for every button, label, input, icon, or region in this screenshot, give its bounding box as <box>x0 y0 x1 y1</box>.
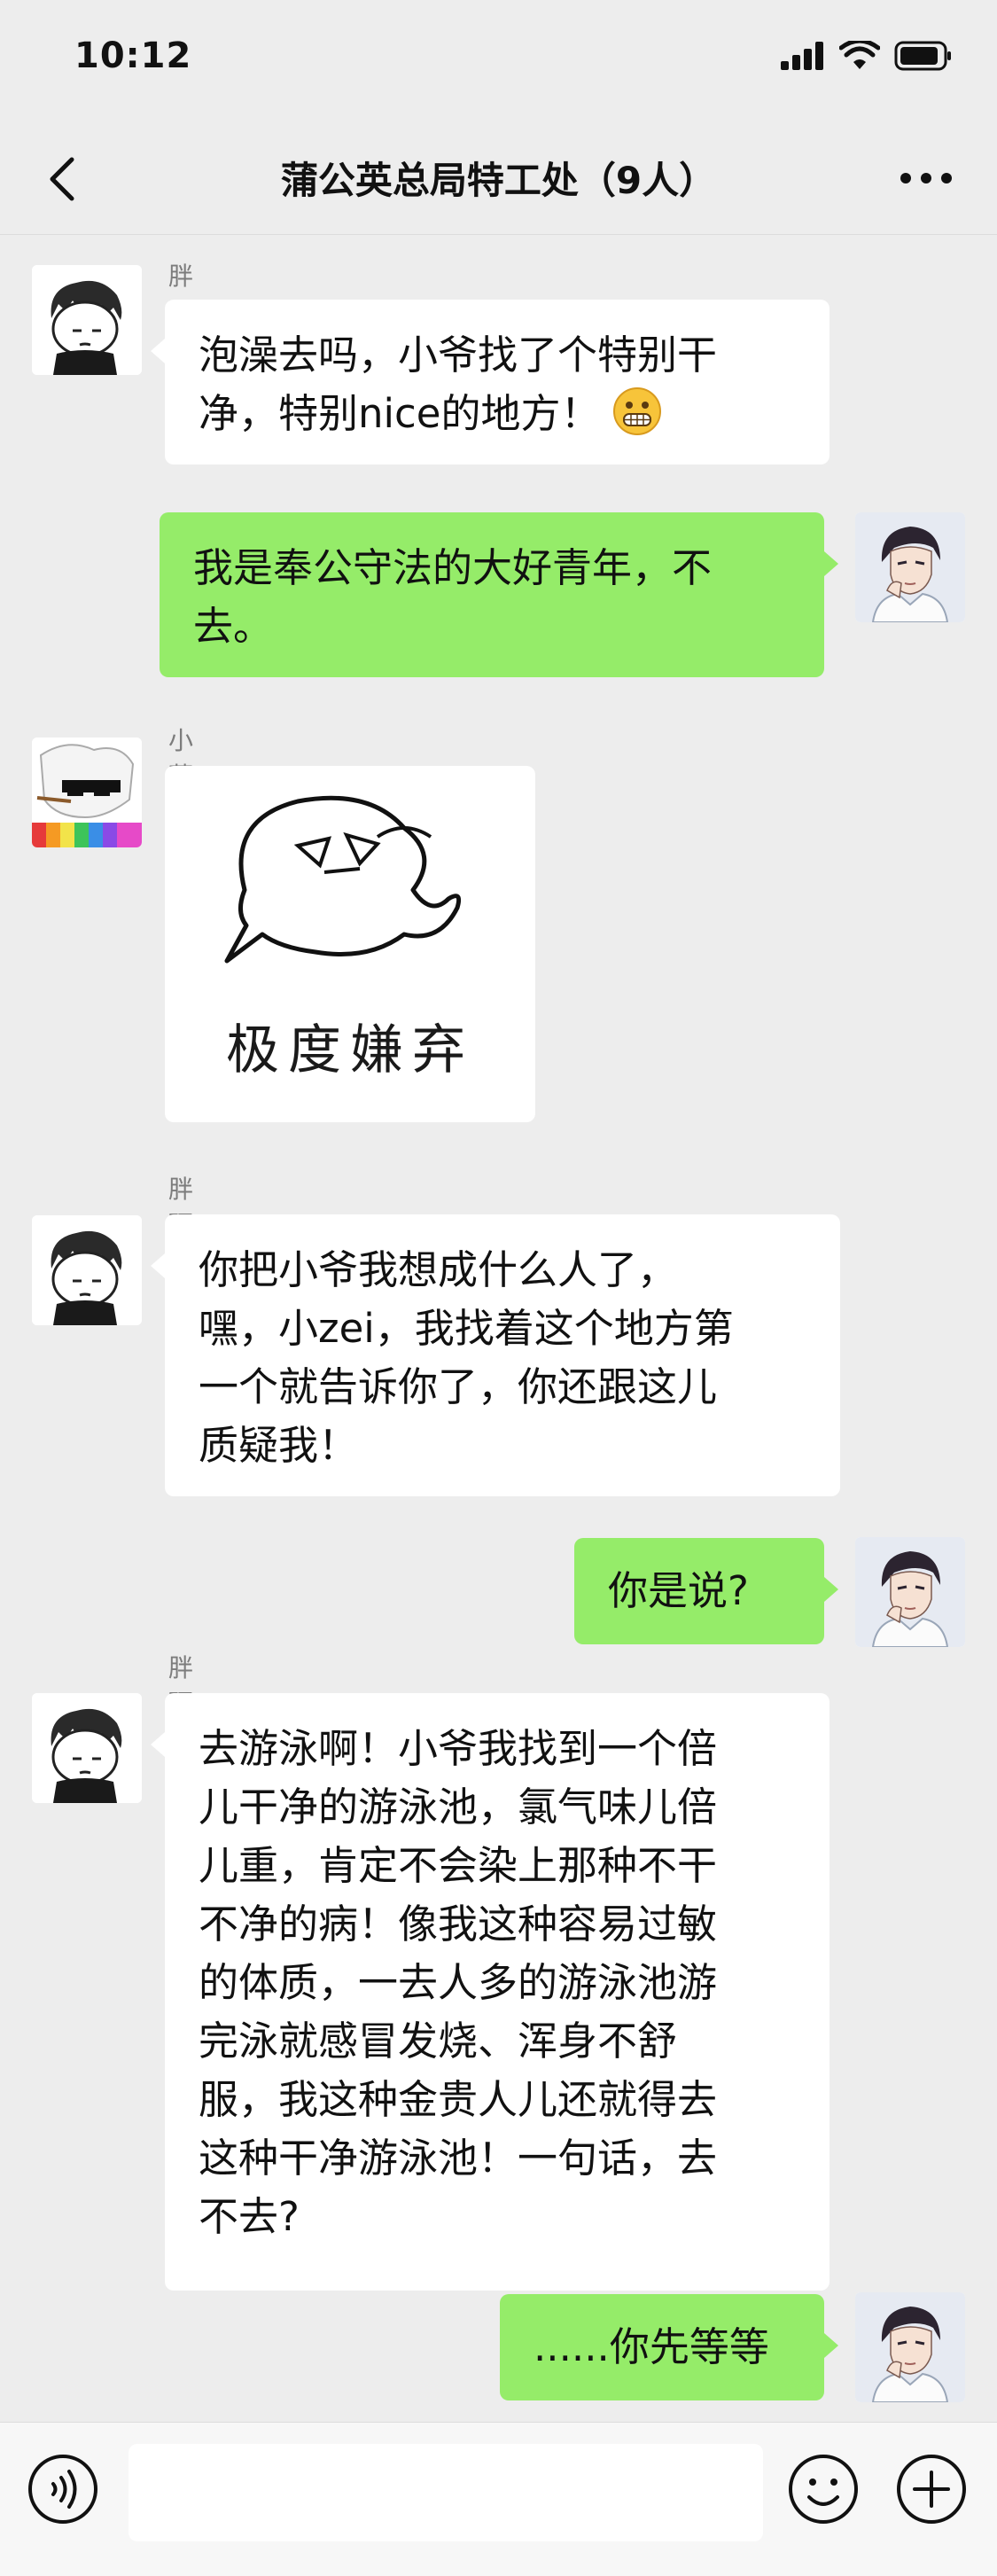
message-bubble[interactable]: 你把小爷我想成什么人了， 嘿，小zei，我找着这个地方第 一个就告诉你了，你还跟… <box>151 1214 840 1496</box>
emoji-button[interactable] <box>787 2453 860 2525</box>
message-line: 嘿，小zei，我找着这个地方第 <box>199 1305 734 1352</box>
message-line: 你把小爷我想成什么人了， <box>199 1246 678 1293</box>
plus-icon <box>897 2455 966 2524</box>
more-button[interactable] <box>891 156 962 200</box>
message-line: 这种干净游泳池！一句话，去 <box>199 2135 718 2182</box>
message-line: 不去? <box>199 2193 300 2240</box>
message-list[interactable]: 胖砸 泡澡去吗，小爷找了个特别干 净，特别nice的地方！ 我是奉公守法的大好青… <box>0 236 997 2422</box>
message-line: 儿重，肯定不会染上那种不干 <box>199 1842 718 1889</box>
anime-man-avatar-icon <box>855 1537 965 1647</box>
avatar[interactable] <box>855 1537 965 1647</box>
message-line: 质疑我！ <box>199 1422 359 1469</box>
anime-man-avatar-icon <box>855 512 965 622</box>
message-bubble[interactable]: ......你先等等 <box>500 2294 838 2400</box>
avatar[interactable] <box>32 738 142 847</box>
message-bubble[interactable]: 去游泳啊！小爷我找到一个倍 儿干净的游泳池，氯气味儿倍 儿重，肯定不会染上那种不… <box>151 1693 830 2291</box>
avatar[interactable] <box>32 1693 142 1803</box>
chat-title: 蒲公英总局特工处（9人） <box>280 159 717 202</box>
voice-icon <box>28 2455 97 2524</box>
message-bubble[interactable]: 我是奉公守法的大好青年，不 去。 <box>160 512 838 677</box>
message-bubble[interactable]: 你是说? <box>574 1538 838 1644</box>
status-time: 10:12 <box>74 35 192 76</box>
avatar[interactable] <box>855 2292 965 2402</box>
message-line: 不净的病！像我这种容易过敏 <box>199 1901 718 1948</box>
wifi-icon <box>839 41 880 69</box>
cartoon-boy-avatar-icon <box>32 265 142 375</box>
message-line: 一个就告诉你了，你还跟这儿 <box>199 1363 718 1410</box>
message-line: 我是奉公守法的大好青年，不 <box>193 544 713 591</box>
message-line: 你是说? <box>608 1567 749 1614</box>
more-actions-button[interactable] <box>895 2453 968 2525</box>
avatar[interactable] <box>32 1215 142 1325</box>
sticker-image[interactable]: 极度嫌弃 <box>165 766 535 1122</box>
avatar[interactable] <box>855 512 965 622</box>
more-dots-icon <box>900 173 952 183</box>
input-bar <box>0 2422 997 2576</box>
signal-icon <box>781 42 823 70</box>
message-line: 完泳就感冒发烧、浑身不舒 <box>199 2018 678 2065</box>
blob-sticker-icon <box>224 795 462 964</box>
smiley-icon <box>789 2455 858 2524</box>
message-line: 去。 <box>193 603 274 650</box>
status-bar: 10:12 <box>0 0 997 124</box>
message-bubble[interactable]: 泡澡去吗，小爷找了个特别干 净，特别nice的地方！ <box>151 300 830 464</box>
message-line: 净，特别nice的地方！ <box>199 385 796 443</box>
cartoon-boy-avatar-icon <box>32 1693 142 1803</box>
sticker-caption: 极度嫌弃 <box>226 1019 474 1081</box>
message-line: 去游泳啊！小爷我找到一个倍 <box>199 1725 718 1772</box>
status-icons <box>781 41 953 71</box>
grimace-emoji <box>613 387 662 435</box>
message-input[interactable] <box>129 2444 763 2541</box>
message-line: 的体质，一去人多的游泳池游 <box>199 1959 718 2006</box>
cartoon-boy-avatar-icon <box>32 1215 142 1325</box>
battery-icon <box>894 41 951 71</box>
voice-button[interactable] <box>27 2453 99 2525</box>
meme-sunglasses-avatar-icon <box>32 738 142 847</box>
message-line: 泡澡去吗，小爷找了个特别干 <box>199 332 718 379</box>
avatar[interactable] <box>32 265 142 375</box>
anime-man-avatar-icon <box>855 2292 965 2402</box>
message-line: 儿干净的游泳池，氯气味儿倍 <box>199 1784 718 1831</box>
message-line: ......你先等等 <box>534 2323 769 2370</box>
message-line: 服，我这种金贵人儿还就得去 <box>199 2076 718 2123</box>
chat-header: 蒲公英总局特工处（9人） <box>0 124 997 235</box>
